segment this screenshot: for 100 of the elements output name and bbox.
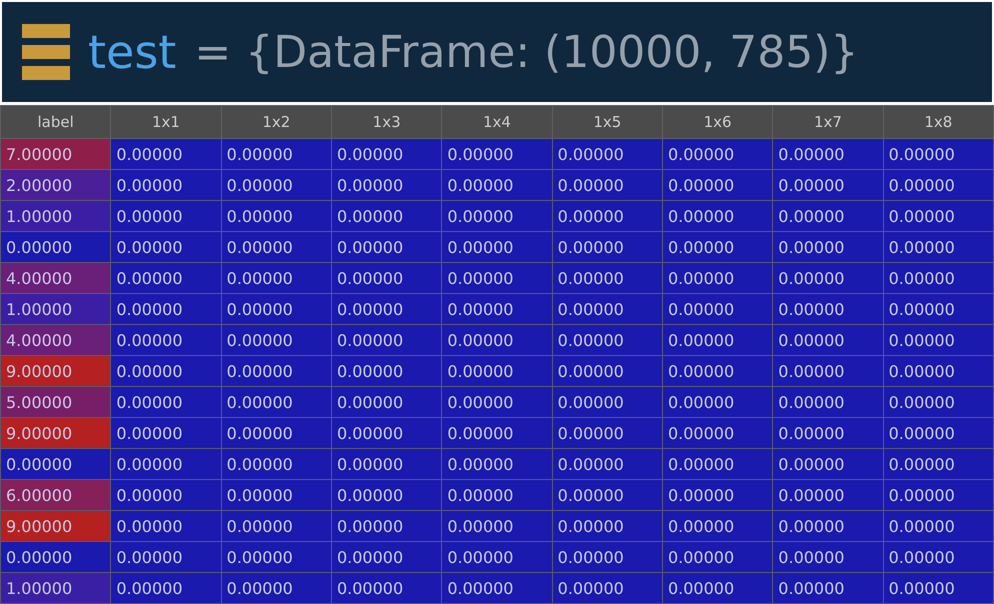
table-cell: 0.00000 bbox=[772, 386, 884, 418]
table-cell: 0.00000 bbox=[0, 542, 111, 572]
table-cell: 9.00000 bbox=[0, 510, 111, 542]
table-cell: 0.00000 bbox=[772, 200, 884, 232]
table-cell: 0.00000 bbox=[662, 138, 773, 170]
table-cell: 0.00000 bbox=[221, 356, 332, 386]
table-cell: 0.00000 bbox=[442, 232, 552, 262]
table-cell: 0.00000 bbox=[552, 356, 662, 386]
column-header[interactable]: 1x3 bbox=[331, 106, 442, 138]
table-cell: 0.00000 bbox=[772, 510, 884, 542]
table-cell: 0.00000 bbox=[883, 232, 994, 262]
table-cell: 0.00000 bbox=[331, 480, 442, 510]
table-cell: 0.00000 bbox=[442, 294, 552, 324]
table-cell: 0.00000 bbox=[883, 448, 994, 480]
table-cell: 0.00000 bbox=[221, 542, 332, 572]
table-cell: 0.00000 bbox=[221, 294, 332, 324]
table-cell: 0.00000 bbox=[442, 418, 552, 448]
table-cell: 0.00000 bbox=[331, 542, 442, 572]
table-cell: 0.00000 bbox=[442, 480, 552, 510]
table-cell: 0.00000 bbox=[883, 138, 994, 170]
table-cell: 0.00000 bbox=[772, 232, 884, 262]
variable-value: = {DataFrame: (10000, 785)} bbox=[194, 26, 858, 78]
table-cell: 0.00000 bbox=[883, 262, 994, 294]
table-cell: 0.00000 bbox=[883, 386, 994, 418]
table-cell: 0.00000 bbox=[221, 418, 332, 448]
table-cell: 0.00000 bbox=[662, 232, 773, 262]
table-cell: 0.00000 bbox=[110, 232, 222, 262]
table-cell: 0.00000 bbox=[772, 262, 884, 294]
column-header[interactable]: 1x8 bbox=[883, 106, 994, 138]
table-cell: 0.00000 bbox=[221, 480, 332, 510]
column-header[interactable]: 1x6 bbox=[662, 106, 773, 138]
table-cell: 0.00000 bbox=[221, 386, 332, 418]
table-cell: 0.00000 bbox=[662, 170, 773, 200]
table-cell: 2.00000 bbox=[0, 170, 111, 200]
table-cell: 0.00000 bbox=[221, 170, 332, 200]
table-cell: 0.00000 bbox=[442, 138, 552, 170]
table-cell: 0.00000 bbox=[331, 356, 442, 386]
table-cell: 0.00000 bbox=[110, 418, 222, 448]
table-cell: 0.00000 bbox=[552, 418, 662, 448]
table-cell: 0.00000 bbox=[221, 232, 332, 262]
table-cell: 7.00000 bbox=[0, 138, 111, 170]
table-cell: 0.00000 bbox=[772, 418, 884, 448]
table-cell: 0.00000 bbox=[883, 418, 994, 448]
column-header[interactable]: label bbox=[0, 106, 111, 138]
table-cell: 0.00000 bbox=[221, 510, 332, 542]
table-cell: 0.00000 bbox=[442, 542, 552, 572]
column-header[interactable]: 1x5 bbox=[552, 106, 662, 138]
table-cell: 0.00000 bbox=[883, 324, 994, 356]
table-cell: 0.00000 bbox=[110, 138, 222, 170]
table-cell: 1.00000 bbox=[0, 200, 111, 232]
table-cell: 0.00000 bbox=[110, 170, 222, 200]
table-cell: 0.00000 bbox=[772, 480, 884, 510]
table-cell: 0.00000 bbox=[221, 448, 332, 480]
table-cell: 0.00000 bbox=[110, 480, 222, 510]
table-cell: 0.00000 bbox=[662, 386, 773, 418]
table-cell: 0.00000 bbox=[552, 386, 662, 418]
table-cell: 0.00000 bbox=[552, 232, 662, 262]
table-cell: 0.00000 bbox=[110, 572, 222, 604]
table-cell: 0.00000 bbox=[221, 200, 332, 232]
table-cell: 0.00000 bbox=[883, 170, 994, 200]
table-cell: 0.00000 bbox=[331, 262, 442, 294]
table-cell: 0.00000 bbox=[552, 200, 662, 232]
table-cell: 0.00000 bbox=[552, 448, 662, 480]
table-cell: 0.00000 bbox=[331, 232, 442, 262]
table-cell: 0.00000 bbox=[772, 138, 884, 170]
table-cell: 0.00000 bbox=[883, 294, 994, 324]
table-cell: 0.00000 bbox=[662, 572, 773, 604]
table-cell: 0.00000 bbox=[442, 510, 552, 542]
table-cell: 0.00000 bbox=[772, 294, 884, 324]
table-cell: 0.00000 bbox=[110, 510, 222, 542]
table-cell: 0.00000 bbox=[662, 324, 773, 356]
table-cell: 0.00000 bbox=[110, 262, 222, 294]
table-cell: 0.00000 bbox=[442, 572, 552, 604]
table-cell: 0.00000 bbox=[772, 572, 884, 604]
table-cell: 0.00000 bbox=[883, 542, 994, 572]
table-cell: 0.00000 bbox=[442, 170, 552, 200]
table-cell: 0.00000 bbox=[662, 294, 773, 324]
table-cell: 0.00000 bbox=[552, 542, 662, 572]
column-header[interactable]: 1x1 bbox=[110, 106, 222, 138]
column-header[interactable]: 1x4 bbox=[442, 106, 552, 138]
table-cell: 0.00000 bbox=[442, 356, 552, 386]
table-cell: 0.00000 bbox=[552, 170, 662, 200]
table-cell: 0.00000 bbox=[442, 448, 552, 480]
table-cell: 0.00000 bbox=[331, 294, 442, 324]
table-cell: 0.00000 bbox=[772, 170, 884, 200]
table-cell: 1.00000 bbox=[0, 572, 111, 604]
table-cell: 0.00000 bbox=[883, 200, 994, 232]
column-header[interactable]: 1x7 bbox=[772, 106, 884, 138]
column-header[interactable]: 1x2 bbox=[221, 106, 332, 138]
table-cell: 0.00000 bbox=[221, 572, 332, 604]
table-cell: 0.00000 bbox=[552, 262, 662, 294]
table-cell: 0.00000 bbox=[772, 324, 884, 356]
table-cell: 0.00000 bbox=[331, 138, 442, 170]
table-cell: 0.00000 bbox=[331, 572, 442, 604]
table-cell: 0.00000 bbox=[442, 386, 552, 418]
table-cell: 0.00000 bbox=[331, 324, 442, 356]
table-cell: 4.00000 bbox=[0, 324, 111, 356]
table-cell: 0.00000 bbox=[552, 324, 662, 356]
table-cell: 0.00000 bbox=[662, 262, 773, 294]
table-cell: 0.00000 bbox=[110, 294, 222, 324]
